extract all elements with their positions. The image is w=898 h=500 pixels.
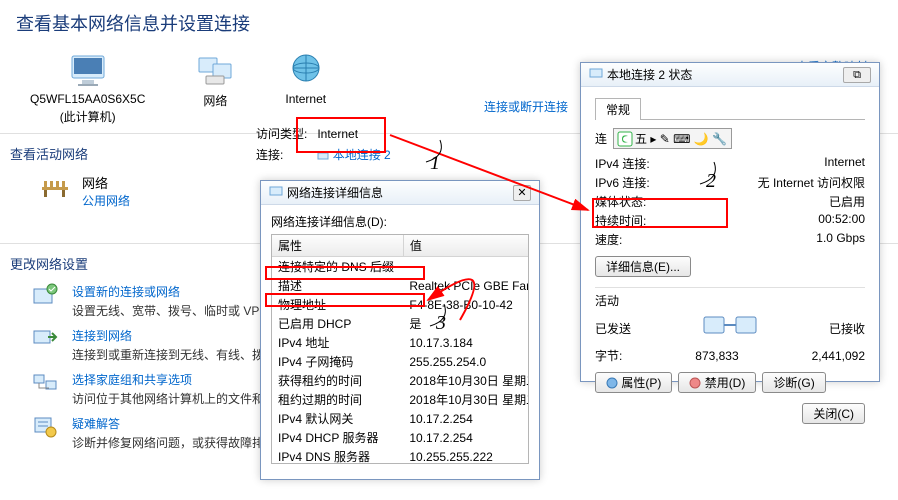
settings-icon (30, 371, 60, 395)
bytes-sent-value: 873,833 (695, 349, 738, 363)
network-icon (195, 52, 235, 88)
annotation-box-1 (296, 117, 386, 153)
connection-details-window: 网络连接详细信息 ✕ 网络连接详细信息(D): 属性值 连接特定的 DNS 后缀… (260, 180, 540, 480)
settings-icon (30, 283, 60, 307)
annotation-box-details-btn (592, 198, 728, 228)
status-row: IPv6 连接:无 Internet 访问权限 (595, 174, 865, 191)
status-row: IPv4 连接:Internet (595, 155, 865, 172)
connect-disconnect-link[interactable]: 连接或断开连接 (484, 100, 568, 114)
details-label: 网络连接详细信息(D): (271, 213, 529, 230)
disable-button[interactable]: 禁用(D) (678, 372, 756, 393)
close-button[interactable]: ⧉ (843, 67, 871, 83)
detail-row[interactable]: IPv4 子网掩码255.255.254.0 (272, 352, 529, 371)
settings-link[interactable]: 设置新的连接或网络 (72, 285, 180, 299)
this-pc: Q5WFL15AA0S6X5C (此计算机) (30, 52, 145, 125)
detail-row[interactable]: IPv4 DHCP 服务器10.17.2.254 (272, 428, 529, 447)
diagnose-button[interactable]: 诊断(G) (762, 372, 825, 393)
sogou-icon (618, 132, 632, 146)
details-button[interactable]: 详细信息(E)... (595, 256, 691, 277)
settings-icon (30, 327, 60, 351)
annotation-number-1: 1 (430, 152, 440, 175)
internet-node: Internet (285, 52, 326, 106)
general-tab[interactable]: 常规 (595, 98, 641, 120)
settings-link[interactable]: 选择家庭组和共享选项 (72, 373, 192, 387)
annotation-number-3: 3 (436, 312, 446, 335)
close-button[interactable]: 关闭(C) (802, 403, 865, 424)
bench-icon (40, 173, 70, 199)
adapter-icon (589, 67, 603, 82)
ime-toolbar[interactable]: 五 ▸ ✎ ⌨ 🌙 🔧 (613, 128, 732, 149)
properties-button[interactable]: 属性(P) (595, 372, 672, 393)
detail-row[interactable]: 租约过期的时间2018年10月30日 星期二 下午 3:1 (272, 390, 529, 409)
status-row: 速度:1.0 Gbps (595, 231, 865, 248)
activity-heading: 活动 (595, 292, 865, 309)
globe-icon (286, 52, 326, 88)
detail-row[interactable]: IPv4 默认网关10.17.2.254 (272, 409, 529, 428)
bytes-recv-value: 2,441,092 (812, 349, 865, 363)
network-type-link[interactable]: 公用网络 (82, 194, 130, 208)
settings-icon (30, 415, 60, 439)
settings-link[interactable]: 连接到网络 (72, 329, 132, 343)
detail-row[interactable]: IPv4 地址10.17.3.184 (272, 333, 529, 352)
annotation-box-ip (265, 293, 425, 307)
detail-row[interactable]: 获得租约的时间2018年10月30日 星期二 上午 8:1 (272, 371, 529, 390)
active-networks-heading: 查看活动网络 (0, 138, 98, 169)
annotation-box-mac (265, 266, 425, 280)
page-title: 查看基本网络信息并设置连接 (0, 0, 898, 44)
detail-row[interactable]: IPv4 DNS 服务器10.255.255.222 (272, 447, 529, 464)
annotation-number-2: 2 (706, 170, 716, 193)
network-node: 网络 (195, 52, 235, 109)
detail-row[interactable]: 已启用 DHCP是 (272, 314, 529, 333)
monitor-icon (68, 52, 108, 88)
settings-link[interactable]: 疑难解答 (72, 417, 120, 431)
activity-icon (700, 313, 760, 343)
adapter-icon (269, 185, 283, 200)
close-button[interactable]: ✕ (513, 185, 531, 201)
